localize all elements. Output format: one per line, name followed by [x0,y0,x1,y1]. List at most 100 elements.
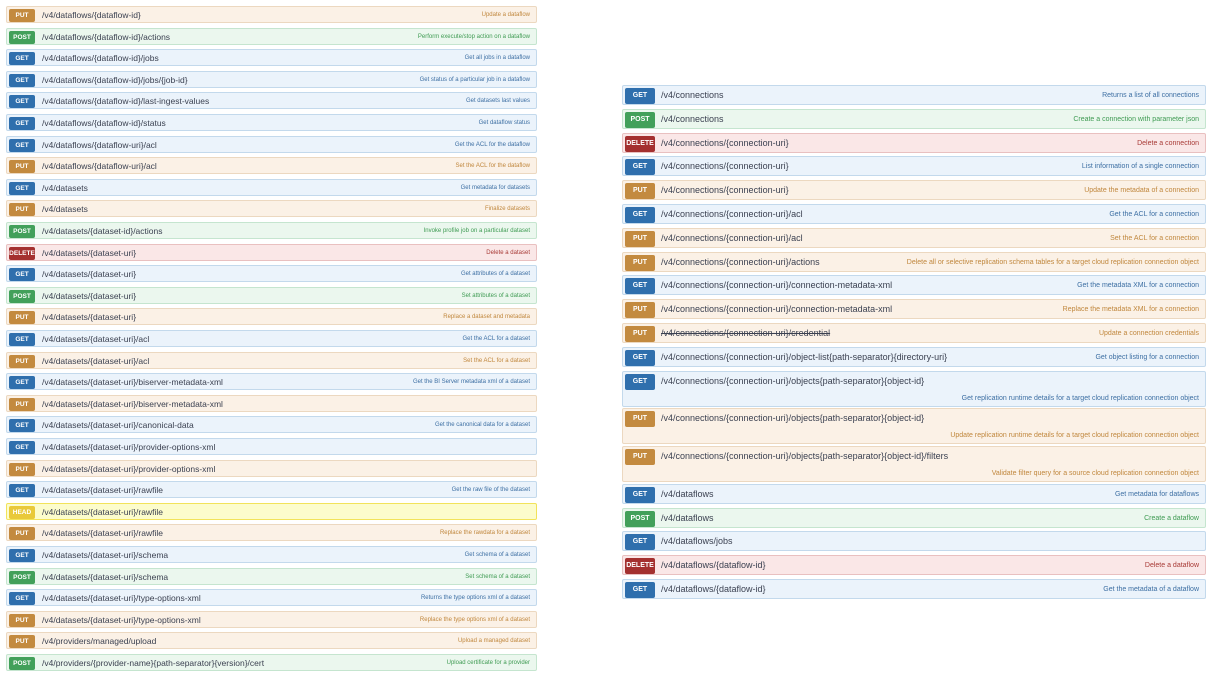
endpoint-summary: Replace the type options xml of a datase… [419,616,530,623]
endpoint-row[interactable]: PUT/v4/datasets/{dataset-uri} Replace a d… [6,308,537,326]
endpoint-row[interactable]: GET/v4/datasets/{dataset-uri}/type-optio… [6,589,537,607]
endpoint-path: /v4/datasets/{dataset-uri}/type-options-… [42,593,201,604]
endpoint-row[interactable]: GET/v4/datasets/{dataset-uri}/canonical-… [6,416,537,434]
endpoint-summary: Update the metadata of a connection [1084,187,1199,195]
endpoint-row[interactable]: PUT/v4/providers/managed/upload Upload a … [6,632,537,650]
endpoint-path: /v4/connections/{connection-uri}/acl [661,209,803,219]
endpoint-row[interactable]: DELETE/v4/datasets/{dataset-uri} Delete a… [6,243,537,261]
endpoint-summary: Get the raw file of the dataset [451,487,530,494]
method-badge-get: GET [9,484,35,498]
endpoint-row[interactable]: GET/v4/datasets/{dataset-uri}/provider-o… [6,438,537,455]
endpoint-path: /v4/connections/{connection-uri}/connect… [661,304,893,315]
endpoint-row[interactable]: POST/v4/datasets/{dataset-id}/actions Inv… [6,222,537,239]
endpoint-row[interactable]: PUT/v4/connections/{connection-uri} Updat… [622,180,1206,201]
method-badge-get: GET [9,52,35,66]
endpoint-path: /v4/dataflows/{dataflow-id}/last-ingest-… [42,96,210,107]
method-badge-get: GET [625,373,655,390]
endpoint-row[interactable]: GET/v4/connections/{connection-uri}/conn… [622,275,1206,296]
endpoint-row[interactable]: GET/v4/dataflows/{dataflow-id}/jobs Get a… [6,49,537,67]
endpoint-row[interactable]: PUT/v4/datasets Finalize datasets [6,200,537,218]
endpoint-row[interactable]: DELETE/v4/connections/{connection-uri} De… [622,132,1206,153]
endpoint-row[interactable]: PUT/v4/connections/{connection-uri}/obje… [622,408,1206,445]
endpoint-path: /v4/datasets/{dataset-uri}/biserver-meta… [42,398,223,409]
method-badge-get: GET [625,207,655,223]
endpoint-row[interactable]: POST/v4/datasets/{dataset-uri} Set attrib… [6,286,537,304]
endpoint-path: /v4/datasets/{dataset-uri}/schema [42,550,169,560]
endpoint-row[interactable]: HEAD/v4/datasets/{dataset-uri}/rawfile [6,502,537,520]
endpoint-row[interactable]: POST/v4/providers/{provider-name}{path-s… [6,654,537,671]
endpoint-row[interactable]: GET/v4/datasets/{dataset-uri}/biserver-m… [6,373,537,391]
endpoint-row[interactable]: PUT/v4/datasets/{dataset-uri}/type-optio… [6,610,537,628]
method-badge-get: GET [9,549,35,562]
endpoint-row[interactable]: PUT/v4/connections/{connection-uri}/obje… [622,446,1206,482]
endpoint-row[interactable]: PUT/v4/datasets/{dataset-uri}/acl Set the… [6,351,537,369]
endpoint-summary: Get the metadata XML for a connection [1077,282,1199,290]
endpoint-row[interactable]: PUT/v4/dataflows/{dataflow-uri}/acl Set t… [6,157,537,175]
endpoint-row[interactable]: GET/v4/datasets/{dataset-uri}/acl Get the… [6,330,537,347]
endpoint-summary: Returns the type options xml of a datase… [420,595,530,602]
endpoint-row[interactable]: GET/v4/connections/{connection-uri} List … [622,156,1206,177]
endpoint-row[interactable]: PUT/v4/datasets/{dataset-uri}/rawfile Rep… [6,524,537,542]
endpoint-row[interactable]: PUT/v4/connections/{connection-uri}/acl S… [622,227,1206,248]
endpoint-path: /v4/datasets/{dataset-uri}/provider-opti… [42,442,216,452]
endpoint-path: /v4/connections [661,90,724,100]
endpoint-path: /v4/datasets/{dataset-uri}/acl [42,334,150,344]
endpoint-row[interactable]: GET/v4/connections Returns a list of all … [622,85,1206,105]
endpoint-row[interactable]: GET/v4/dataflows/jobs [622,531,1206,552]
endpoint-summary: Update a connection credentials [1098,330,1199,337]
method-badge-get: GET [625,88,655,104]
endpoint-path: /v4/datasets/{dataset-uri}/type-options-… [42,614,201,625]
method-badge-get: GET [9,441,35,454]
endpoint-row[interactable]: GET/v4/dataflows/{dataflow-id} Get the me… [622,578,1206,599]
endpoint-row[interactable]: GET/v4/connections/{connection-uri}/acl G… [622,204,1206,224]
endpoint-row[interactable]: PUT/v4/connections/{connection-uri}/conn… [622,299,1206,320]
endpoint-row[interactable]: GET/v4/dataflows Get metadata for dataflo… [622,483,1206,504]
method-badge-get: GET [9,333,35,346]
endpoint-path: /v4/datasets/{dataset-uri} [42,269,137,280]
endpoint-row[interactable]: GET/v4/dataflows/{dataflow-id}/status Get… [6,114,537,131]
endpoint-row[interactable]: POST/v4/dataflows Create a dataflow [622,507,1206,528]
method-badge-put: PUT [9,613,35,627]
endpoint-path: /v4/datasets/{dataset-uri}/biserver-meta… [42,377,223,388]
method-badge-delete: DELETE [625,558,655,575]
method-badge-post: POST [9,570,35,584]
endpoint-row[interactable]: GET/v4/dataflows/{dataflow-id}/last-inge… [6,92,537,110]
endpoint-summary: Get replication runtime details for a ta… [961,394,1199,402]
endpoint-summary: Delete a dataset [486,249,530,256]
endpoint-path: /v4/dataflows/{dataflow-uri}/acl [42,139,157,150]
endpoint-row[interactable]: GET/v4/datasets/{dataset-uri}/rawfile Get… [6,481,537,499]
endpoint-row[interactable]: POST/v4/datasets/{dataset-uri}/schema Set… [6,567,537,585]
endpoint-row[interactable]: GET/v4/datasets Get metadata for datasets [6,178,537,196]
endpoint-row[interactable]: POST/v4/dataflows/{dataflow-id}/actions P… [6,27,537,45]
endpoint-path: /v4/dataflows/{dataflow-uri}/acl [42,161,157,172]
method-badge-put: PUT [9,9,35,22]
endpoint-summary: Validate filter query for a source cloud… [991,470,1199,477]
method-badge-put: PUT [9,203,35,217]
endpoint-row[interactable]: PUT/v4/connections/{connection-uri}/cred… [622,323,1206,343]
endpoint-path: /v4/connections/{connection-uri}/credent… [661,328,831,338]
endpoint-row[interactable]: POST/v4/connections Create a connection w… [622,108,1206,129]
endpoint-row[interactable]: GET/v4/connections/{connection-uri}/obje… [622,346,1206,367]
endpoint-row[interactable]: GET/v4/dataflows/{dataflow-id}/jobs/{job… [6,70,537,88]
endpoint-row[interactable]: GET/v4/datasets/{dataset-uri} Get attribu… [6,265,537,283]
endpoint-path: /v4/datasets [42,204,88,215]
endpoint-path: /v4/datasets/{dataset-uri}/canonical-dat… [42,420,194,431]
endpoint-row[interactable]: PUT/v4/datasets/{dataset-uri}/provider-o… [6,459,537,477]
endpoint-row[interactable]: DELETE/v4/dataflows/{dataflow-id} Delete … [622,555,1206,576]
endpoint-summary: Get attributes of a dataset [460,271,530,278]
endpoint-row[interactable]: PUT/v4/dataflows/{dataflow-id} Update a d… [6,6,537,23]
endpoint-path: /v4/datasets/{dataset-uri}/provider-opti… [42,463,216,474]
method-badge-put: PUT [9,397,35,411]
endpoint-row[interactable]: PUT/v4/connections/{connection-uri}/acti… [622,251,1206,272]
endpoint-summary: Create a dataflow [1144,514,1199,522]
endpoint-summary: Get metadata for datasets [460,184,530,191]
method-badge-get: GET [9,181,35,195]
endpoint-row[interactable]: GET/v4/dataflows/{dataflow-uri}/acl Get t… [6,135,537,153]
endpoint-row[interactable]: PUT/v4/datasets/{dataset-uri}/biserver-m… [6,394,537,412]
method-badge-get: GET [625,486,655,503]
endpoint-row[interactable]: GET/v4/datasets/{dataset-uri}/schema Get … [6,546,537,563]
endpoint-summary: Replace a dataset and metadata [443,314,530,321]
endpoint-summary: Set the ACL for the dataflow [455,163,531,170]
endpoint-summary: Get the ACL for a dataset [462,336,531,342]
endpoint-row[interactable]: GET/v4/connections/{connection-uri}/obje… [622,370,1206,407]
